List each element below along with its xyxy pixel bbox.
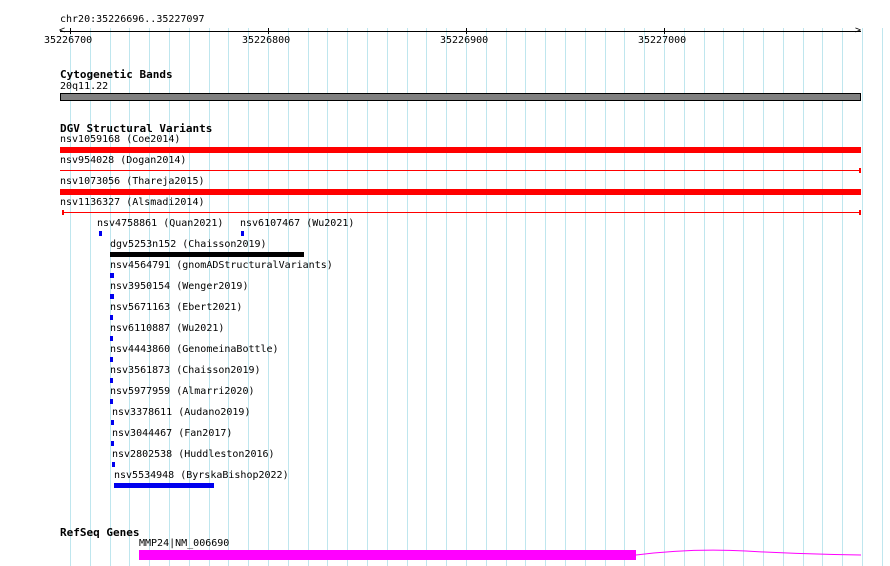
variant-label: nsv1073056 (Thareja2015) — [60, 176, 205, 187]
variant-label: nsv3561873 (Chaisson2019) — [110, 365, 261, 376]
grid-line — [822, 28, 823, 566]
variant-bar[interactable] — [241, 231, 244, 236]
variant-label: nsv4564791 (gnomADStructuralVariants) — [110, 260, 333, 271]
grid-line — [664, 28, 665, 566]
grid-line — [565, 28, 566, 566]
grid-line — [347, 28, 348, 566]
variant-bar[interactable] — [111, 420, 114, 425]
variant-bar[interactable] — [110, 294, 114, 299]
grid-line — [268, 28, 269, 566]
grid-line — [783, 28, 784, 566]
variant-end-marker — [859, 210, 861, 215]
grid-line — [684, 28, 685, 566]
refseq-track-title: RefSeq Genes — [60, 526, 140, 539]
variant-bar[interactable] — [99, 231, 102, 236]
grid-line — [446, 28, 447, 566]
grid-line — [327, 28, 328, 566]
grid-line — [308, 28, 309, 566]
variant-label: nsv3378611 (Audano2019) — [112, 407, 251, 418]
variant-bar[interactable] — [110, 273, 114, 278]
variant-label: nsv5977959 (Almarri2020) — [110, 386, 255, 397]
grid-line — [248, 28, 249, 566]
variant-bar[interactable] — [110, 378, 113, 383]
variant-label: nsv2802538 (Huddleston2016) — [112, 449, 275, 460]
grid-line — [367, 28, 368, 566]
ruler-tick-label: 35226700 — [44, 35, 93, 46]
grid-line — [763, 28, 764, 566]
cytoband-label: 20q11.22 — [60, 81, 109, 92]
variant-label: nsv1136327 (Alsmadi2014) — [60, 197, 205, 208]
grid-line — [525, 28, 526, 566]
variant-label: nsv1059168 (Coe2014) — [60, 134, 181, 145]
grid-line — [842, 28, 843, 566]
grid-line — [585, 28, 586, 566]
grid-line — [387, 28, 388, 566]
variant-bar[interactable] — [110, 357, 113, 362]
ruler-tick-label: 35226900 — [440, 35, 489, 46]
variant-bar[interactable] — [110, 399, 113, 404]
grid-line — [90, 28, 91, 566]
variant-end-marker — [859, 168, 861, 173]
grid-line — [743, 28, 744, 566]
ruler-tick — [70, 28, 71, 34]
variant-bar[interactable] — [60, 189, 861, 195]
grid-line — [288, 28, 289, 566]
variant-bar[interactable] — [112, 462, 115, 467]
grid-line — [803, 28, 804, 566]
variant-bar[interactable] — [110, 315, 113, 320]
variant-bar[interactable] — [60, 147, 861, 153]
variant-label: nsv4443860 (GenomeinaBottle) — [110, 344, 279, 355]
ruler-tick-label: 35227000 — [638, 35, 687, 46]
grid-line — [407, 28, 408, 566]
grid-line — [466, 28, 467, 566]
variant-label: nsv6110887 (Wu2021) — [110, 323, 225, 334]
grid-line — [882, 28, 883, 566]
variant-label: nsv3950154 (Wenger2019) — [110, 281, 249, 292]
cytoband-bar[interactable] — [60, 93, 861, 101]
ruler-tick-label: 35226800 — [242, 35, 291, 46]
grid-line — [506, 28, 507, 566]
variant-label: nsv954028 (Dogan2014) — [60, 155, 187, 166]
variant-bar[interactable] — [110, 252, 304, 257]
grid-line — [486, 28, 487, 566]
grid-line — [70, 28, 71, 566]
variant-start-marker — [62, 210, 64, 215]
ruler-right-arrow-icon: > — [855, 25, 862, 36]
grid-line — [624, 28, 625, 566]
grid-line — [644, 28, 645, 566]
ruler-axis — [60, 31, 861, 32]
grid-line — [545, 28, 546, 566]
ruler-tick — [466, 28, 467, 34]
grid-line — [605, 28, 606, 566]
variant-bar[interactable] — [110, 336, 113, 341]
variant-label: nsv6107467 (Wu2021) — [240, 218, 355, 229]
region-label: chr20:35226696..35227097 — [60, 14, 205, 25]
grid-line — [704, 28, 705, 566]
grid-line — [862, 28, 863, 566]
variant-bar[interactable] — [62, 212, 861, 213]
cytobands-track-title: Cytogenetic Bands — [60, 68, 173, 81]
gene-intron[interactable] — [636, 546, 862, 560]
variant-label: nsv4758861 (Quan2021) — [97, 218, 224, 229]
variant-label: nsv5534948 (ByrskaBishop2022) — [114, 470, 289, 481]
grid-line — [228, 28, 229, 566]
gene-label: MMP24|NM_006690 — [139, 538, 230, 549]
variant-label: nsv5671163 (Ebert2021) — [110, 302, 243, 313]
variant-label: dgv5253n152 (Chaisson2019) — [110, 239, 267, 250]
gene-exon[interactable] — [139, 550, 636, 560]
variant-bar[interactable] — [60, 170, 861, 171]
variant-label: nsv3044467 (Fan2017) — [112, 428, 233, 439]
grid-line — [426, 28, 427, 566]
grid-line — [723, 28, 724, 566]
variant-bar[interactable] — [114, 483, 214, 488]
ruler-tick — [664, 28, 665, 34]
variant-bar[interactable] — [111, 441, 114, 446]
ruler-tick — [268, 28, 269, 34]
